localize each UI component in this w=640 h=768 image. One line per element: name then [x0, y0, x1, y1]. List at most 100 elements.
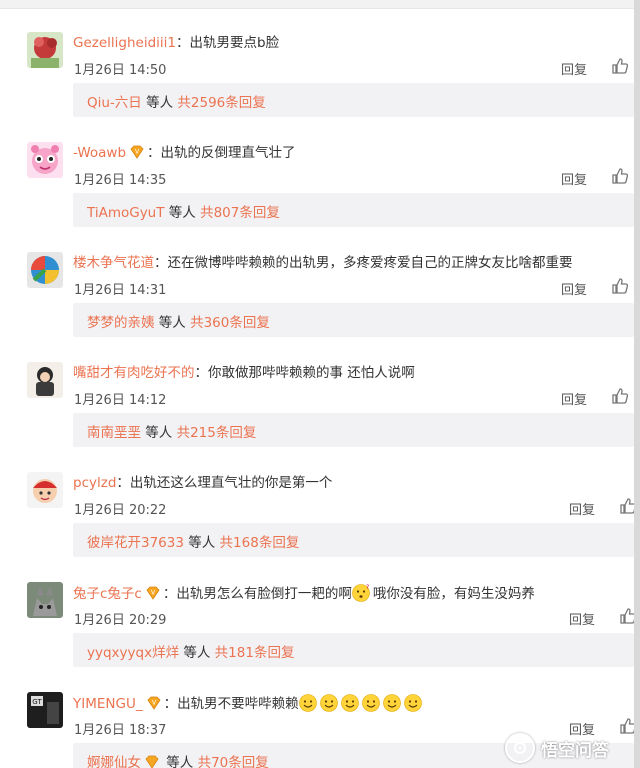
- watermark: 悟空问答: [505, 733, 609, 763]
- avatar[interactable]: [27, 472, 63, 508]
- comment-line: 嘴甜才有肉吃好不的：你敢做那哔哔赖赖的事 还怕人说啊: [73, 364, 415, 382]
- sub-reply-label: 等人: [183, 645, 211, 661]
- smile-emoji-icon: [298, 694, 317, 712]
- smile-emoji-icon: [382, 694, 401, 712]
- comment-line: 兔子c兔子c V ：出轨男怎么有脸倒打一耙的啊? 哦你没有脸，有妈生没妈养: [73, 584, 535, 603]
- smile-emoji-icon: [361, 694, 380, 712]
- separator: ：: [163, 696, 178, 712]
- username-link[interactable]: Gezelligheidiii1: [73, 35, 176, 51]
- comment-text: 出轨男怎么有脸倒打一耙的啊: [176, 586, 352, 602]
- sub-reply-label: 等人: [146, 95, 174, 111]
- comment-time: 1月26日 20:29: [74, 613, 167, 628]
- sub-reply-label: 等人: [168, 205, 196, 221]
- comment-item: pcylzd：出轨还这么理直气壮的你是第一个 1月26日 20:22 回复 彼岸…: [0, 472, 637, 582]
- sub-reply-label: 等人: [158, 315, 186, 331]
- avatar[interactable]: [27, 142, 63, 178]
- sub-reply-count[interactable]: 共70条回复: [198, 755, 269, 768]
- comment-text: 出轨男要点b脸: [189, 35, 280, 51]
- reply-button[interactable]: 回复: [569, 609, 595, 628]
- comment-time: 1月26日 14:35: [74, 173, 167, 188]
- comment-text: 还在微博哔哔赖赖的出轨男，多疼爱疼爱自己的正牌女友比啥都重要: [167, 255, 573, 271]
- svg-text:?: ?: [366, 584, 369, 591]
- comment-time: 1月26日 18:37: [74, 723, 167, 738]
- comment-item: 楼木争气花道：还在微博哔哔赖赖的出轨男，多疼爱疼爱自己的正牌女友比啥都重要 1月…: [0, 252, 640, 362]
- smile-emoji-icon: [340, 694, 359, 712]
- watermark-text: 悟空问答: [541, 740, 609, 761]
- verified-badge-icon: V: [129, 145, 145, 159]
- verified-badge-icon: V: [145, 586, 161, 600]
- sub-replies-panel[interactable]: TiAmoGyuT 等人 共807条回复: [73, 193, 634, 227]
- thumbs-up-icon[interactable]: [610, 166, 630, 186]
- sub-reply-count[interactable]: 共807条回复: [200, 205, 280, 221]
- avatar[interactable]: GT: [27, 692, 63, 728]
- comment-text: 你敢做那哔哔赖赖的事 还怕人说啊: [208, 365, 415, 381]
- comment-text: 出轨的反倒理直气壮了: [160, 145, 296, 161]
- emoji-row: [298, 694, 425, 712]
- avatar[interactable]: [27, 252, 63, 288]
- separator: ：: [176, 35, 190, 51]
- sub-reply-user[interactable]: 彼岸花开37633: [87, 535, 184, 551]
- username-link[interactable]: 楼木争气花道: [73, 255, 154, 271]
- sub-reply-user[interactable]: TiAmoGyuT: [87, 205, 164, 221]
- sub-replies-panel[interactable]: Qiu-六日 等人 共2596条回复: [73, 83, 634, 117]
- sub-reply-count[interactable]: 共215条回复: [177, 425, 257, 441]
- comment-item: -WoawbV：出轨的反倒理直气壮了 1月26日 14:35 回复 1 TiAm…: [0, 142, 640, 252]
- comment-line: 楼木争气花道：还在微博哔哔赖赖的出轨男，多疼爱疼爱自己的正牌女友比啥都重要: [73, 254, 573, 272]
- reply-button[interactable]: 回复: [561, 59, 587, 78]
- sub-reply-user[interactable]: 梦梦的亲姨: [87, 315, 155, 331]
- thumbs-up-icon[interactable]: [618, 716, 634, 736]
- separator: ：: [147, 145, 161, 161]
- separator: ：: [116, 475, 130, 491]
- username-link[interactable]: 兔子c兔子c: [73, 586, 142, 602]
- verified-badge-icon: [144, 755, 160, 768]
- separator: ：: [162, 586, 177, 602]
- sub-reply-count[interactable]: 共360条回复: [190, 315, 270, 331]
- comment-time: 1月26日 14:50: [74, 63, 167, 78]
- comment-time: 1月26日 20:22: [74, 503, 167, 518]
- comment-time: 1月26日 14:12: [74, 393, 167, 408]
- comment-line: YIMENGU_ V ：出轨男不要哔哔赖赖: [73, 694, 425, 713]
- sub-reply-user[interactable]: 南南垩垩: [87, 425, 141, 441]
- avatar[interactable]: [27, 582, 63, 618]
- username-link[interactable]: YIMENGU_: [73, 696, 143, 712]
- reply-button[interactable]: 回复: [561, 389, 587, 408]
- comment-item: 嘴甜才有肉吃好不的：你敢做那哔哔赖赖的事 还怕人说啊 1月26日 14:12 回…: [0, 362, 640, 472]
- verified-badge-icon: V: [146, 696, 162, 710]
- thumbs-up-icon[interactable]: [610, 386, 630, 406]
- separator: ：: [194, 365, 209, 381]
- confused-emoji-icon: ?: [352, 584, 370, 602]
- sub-replies-panel[interactable]: yyqxyyqx烊烊 等人 共181条回复: [73, 633, 634, 667]
- sub-reply-user[interactable]: yyqxyyqx烊烊: [87, 645, 179, 661]
- comment-line: -Woawb V ：出轨的反倒理直气壮了: [73, 144, 296, 162]
- thumbs-up-icon[interactable]: [610, 276, 630, 296]
- sub-reply-label: 等人: [188, 535, 216, 551]
- reply-button[interactable]: 回复: [561, 279, 587, 298]
- username-link[interactable]: 嘴甜才有肉吃好不的: [73, 365, 195, 381]
- sub-reply-label: 等人: [145, 425, 173, 441]
- sub-replies-panel[interactable]: 梦梦的亲姨 等人 共360条回复: [73, 303, 634, 337]
- sub-replies-panel[interactable]: 彼岸花开37633 等人 共168条回复: [73, 523, 634, 557]
- sub-reply-count[interactable]: 共181条回复: [215, 645, 295, 661]
- reply-button[interactable]: 回复: [561, 169, 587, 188]
- thumbs-up-icon[interactable]: [610, 56, 630, 76]
- comment-item: Gezelligheidiii1：出轨男要点b脸 1月26日 14:50 回复 …: [0, 32, 640, 142]
- comment-text: 出轨男不要哔哔赖赖: [177, 696, 299, 712]
- sub-reply-user[interactable]: 婀娜仙女: [87, 755, 141, 768]
- svg-text:GT: GT: [32, 698, 42, 706]
- sub-reply-count[interactable]: 共168条回复: [220, 535, 300, 551]
- comment-time: 1月26日 14:31: [74, 283, 167, 298]
- comment-text: 出轨还这么理直气壮的你是第一个: [129, 475, 333, 491]
- avatar[interactable]: [27, 362, 63, 398]
- sub-reply-user[interactable]: Qiu-六日: [87, 95, 142, 111]
- avatar[interactable]: [27, 32, 63, 68]
- comment-line: pcylzd：出轨还这么理直气壮的你是第一个: [73, 474, 332, 492]
- scrollbar[interactable]: [634, 0, 640, 768]
- separator: ：: [154, 255, 168, 271]
- sub-reply-label: 等人: [166, 755, 194, 768]
- username-link[interactable]: pcylzd: [73, 475, 116, 491]
- sub-reply-count[interactable]: 共2596条回复: [177, 95, 265, 111]
- top-bar: [0, 0, 640, 9]
- reply-button[interactable]: 回复: [569, 499, 595, 518]
- sub-replies-panel[interactable]: 南南垩垩 等人 共215条回复: [73, 413, 634, 447]
- username-link[interactable]: -Woawb: [73, 145, 126, 161]
